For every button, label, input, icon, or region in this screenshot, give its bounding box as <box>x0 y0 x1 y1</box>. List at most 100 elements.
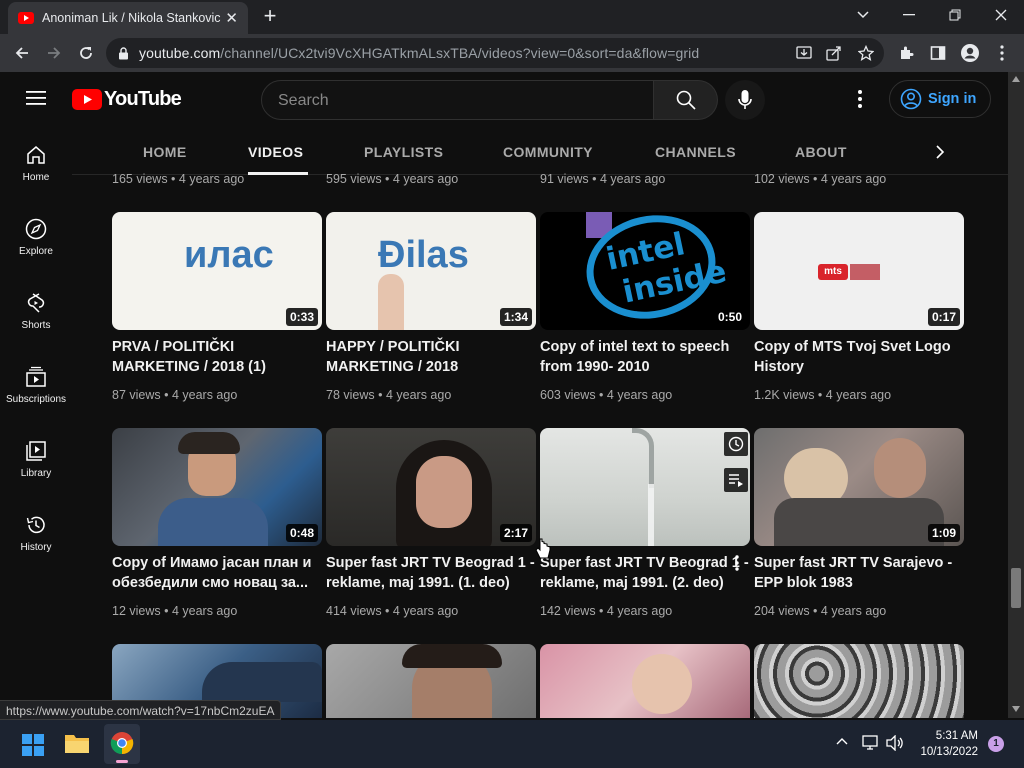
video-title[interactable]: Copy of Имамо јасан план и обезбедили см… <box>112 553 322 593</box>
extensions-icon[interactable] <box>892 39 920 67</box>
video-meta: 78 views • 4 years ago <box>326 388 452 402</box>
tabs-scroll-right-icon[interactable] <box>930 142 950 162</box>
search-button[interactable] <box>654 80 718 120</box>
windows-start-icon[interactable] <box>22 734 44 756</box>
video-thumbnail[interactable]: 2:17 <box>326 428 536 546</box>
close-window-icon[interactable] <box>978 0 1024 30</box>
tab-home[interactable]: HOME <box>143 144 187 160</box>
tab-videos[interactable]: VIDEOS <box>248 144 303 160</box>
forward-icon[interactable] <box>40 39 68 67</box>
video-title[interactable]: Copy of intel text to speech from 1990- … <box>540 337 750 377</box>
video-duration: 2:17 <box>499 524 532 542</box>
video-meta: 87 views • 4 years ago <box>112 388 238 402</box>
minimize-icon[interactable] <box>886 0 932 30</box>
tray-overflow-icon[interactable] <box>836 737 848 745</box>
video-thumbnail[interactable]: 1:09 <box>754 428 964 546</box>
profile-icon[interactable] <box>956 39 984 67</box>
video-title[interactable]: Super fast JRT TV Beograd 1 - reklame, m… <box>540 553 750 593</box>
video-meta: 204 views • 4 years ago <box>754 604 887 618</box>
side-panel-icon[interactable] <box>924 39 952 67</box>
thumbnail-text: mts <box>818 264 848 280</box>
youtube-logo[interactable]: YouTube <box>72 88 182 111</box>
sidebar-item-explore[interactable]: Explore <box>0 202 72 276</box>
sidebar-item-library[interactable]: Library <box>0 424 72 498</box>
video-thumbnail[interactable] <box>326 644 536 718</box>
video-title[interactable]: Super fast JRT TV Beograd 1 - reklame, m… <box>326 553 536 593</box>
url-text: youtube.com/channel/UCx2tvi9VcXHGATkmALs… <box>139 45 700 61</box>
sidebar-item-history[interactable]: History <box>0 498 72 572</box>
sidebar-item-subscriptions[interactable]: Subscriptions <box>0 350 72 424</box>
back-icon[interactable] <box>8 39 36 67</box>
thumbnail-text: Đilas <box>378 234 469 276</box>
video-thumbnail[interactable] <box>540 428 750 546</box>
sidebar-label: Subscriptions <box>5 394 67 405</box>
sign-in-label: Sign in <box>928 91 977 107</box>
status-bar-url: https://www.youtube.com/watch?v=17nbCm2z… <box>0 700 282 720</box>
video-duration: 0:48 <box>285 524 318 542</box>
page-scrollbar[interactable] <box>1008 72 1024 718</box>
tab-playlists[interactable]: PLAYLISTS <box>364 144 443 160</box>
man-hair <box>402 644 502 668</box>
scrollbar-thumb[interactable] <box>1011 568 1021 608</box>
person-face <box>874 438 926 498</box>
address-bar[interactable]: youtube.com/channel/UCx2tvi9VcXHGATkmALs… <box>106 38 884 68</box>
tab-channels[interactable]: CHANNELS <box>655 144 736 160</box>
sign-in-button[interactable]: Sign in <box>889 80 991 118</box>
add-to-queue-icon[interactable] <box>724 468 748 492</box>
network-icon[interactable] <box>862 735 880 751</box>
watch-later-icon[interactable] <box>724 432 748 456</box>
tab-about[interactable]: ABOUT <box>795 144 847 160</box>
search-input[interactable] <box>278 90 638 112</box>
video-thumbnail[interactable]: илас 0:33 <box>112 212 322 330</box>
bookmark-star-icon[interactable] <box>858 45 874 61</box>
mouse-cursor-icon <box>535 538 551 560</box>
browser-tab[interactable]: Anoniman Lik / Nikola Stankovic ✕ <box>8 2 248 34</box>
tab-community[interactable]: COMMUNITY <box>503 144 593 160</box>
search-box[interactable] <box>261 80 654 120</box>
voice-search-button[interactable] <box>725 80 765 120</box>
sidebar-item-shorts[interactable]: Shorts <box>0 276 72 350</box>
menu-dots-icon[interactable] <box>988 39 1016 67</box>
video-title[interactable]: Super fast JRT TV Sarajevo - EPP blok 19… <box>754 553 964 593</box>
notification-badge[interactable]: 1 <box>988 736 1004 752</box>
video-thumbnail[interactable]: mts 0:17 <box>754 212 964 330</box>
chrome-taskbar-button[interactable] <box>104 724 140 764</box>
video-actions-icon[interactable] <box>735 555 739 571</box>
clock-time: 5:31 AM <box>935 730 978 742</box>
video-thumbnail[interactable]: intel inside 0:50 <box>540 212 750 330</box>
file-explorer-icon[interactable] <box>64 732 90 754</box>
shorts-icon <box>27 293 45 313</box>
video-meta: 102 views • 4 years ago <box>754 172 887 186</box>
close-tab-icon[interactable]: ✕ <box>225 9 238 27</box>
video-thumbnail[interactable] <box>754 644 964 718</box>
lock-icon[interactable] <box>118 46 129 60</box>
video-meta: 12 views • 4 years ago <box>112 604 238 618</box>
settings-dots-icon[interactable] <box>858 90 862 108</box>
video-title[interactable]: Copy of MTS Tvoj Svet Logo History <box>754 337 964 377</box>
video-thumbnail[interactable] <box>540 644 750 718</box>
video-thumbnail[interactable]: 0:48 <box>112 428 322 546</box>
person-jacket <box>158 498 268 546</box>
share-icon[interactable] <box>826 45 842 61</box>
youtube-logo-text: YouTube <box>104 88 182 110</box>
search-icon <box>676 90 696 110</box>
sidebar-label: Explore <box>19 246 53 257</box>
tab-search-icon[interactable] <box>840 0 886 30</box>
new-tab-icon[interactable]: + <box>258 5 282 29</box>
sidebar: Home Explore Shorts Subscriptions Librar… <box>0 128 72 718</box>
hamburger-menu-icon[interactable] <box>26 90 46 106</box>
video-duration: 0:33 <box>285 308 318 326</box>
microphone-icon <box>738 90 752 109</box>
taskbar-clock[interactable]: 5:31 AM 10/13/2022 <box>920 728 978 760</box>
video-meta: 165 views • 4 years ago <box>112 172 245 186</box>
reload-icon[interactable] <box>72 39 100 67</box>
volume-icon[interactable] <box>886 735 904 751</box>
video-title[interactable]: HAPPY / POLITIČKI MARKETING / 2018 <box>326 337 536 377</box>
woman-face <box>632 654 692 714</box>
restore-icon[interactable] <box>932 0 978 30</box>
hand-illustration <box>378 274 404 330</box>
install-icon[interactable] <box>796 45 812 61</box>
video-thumbnail[interactable]: Đilas 1:34 <box>326 212 536 330</box>
sidebar-item-home[interactable]: Home <box>0 128 72 202</box>
video-title[interactable]: PRVA / POLITIČKI MARKETING / 2018 (1) <box>112 337 322 377</box>
